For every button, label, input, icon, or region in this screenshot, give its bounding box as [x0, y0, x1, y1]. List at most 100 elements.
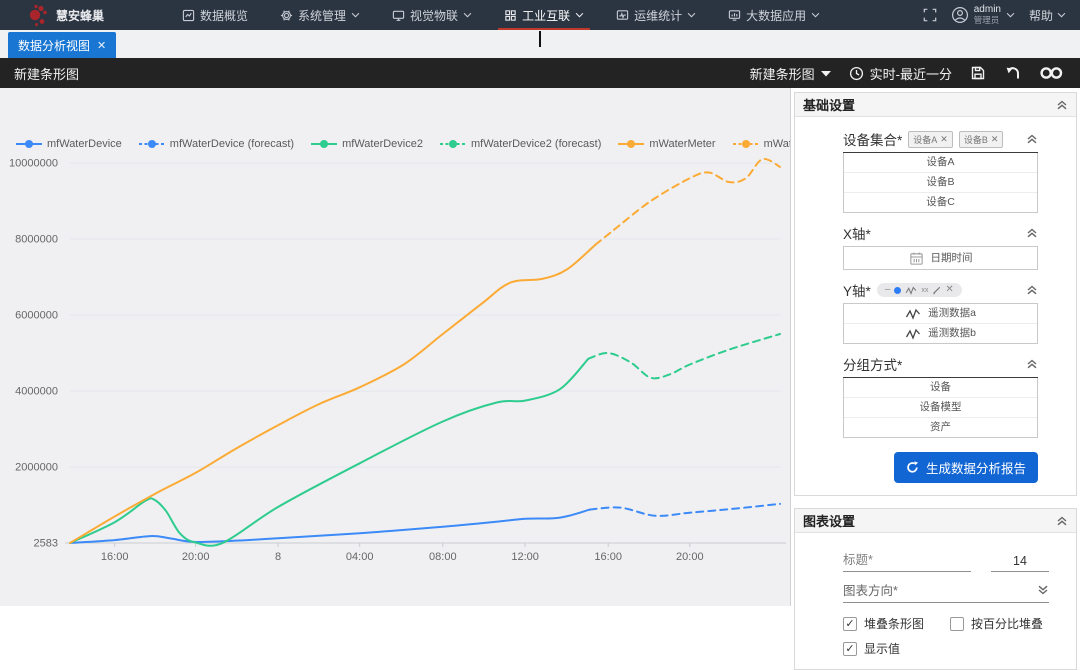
svg-text:16:00: 16:00: [594, 551, 622, 563]
chevron-down-icon: [575, 12, 584, 18]
chevron-down-icon: [1057, 12, 1066, 18]
group-by-field: 分组方式*: [843, 354, 1038, 378]
telemetry-option[interactable]: 遥测数据b: [844, 324, 1037, 343]
section-title: 图表设置: [803, 511, 855, 530]
chevron-down-icon: [821, 70, 831, 77]
collapse-up-icon[interactable]: [1026, 285, 1038, 295]
svg-text:16:00: 16:00: [101, 551, 129, 563]
stacked-bar-option[interactable]: 堆叠条形图: [843, 615, 924, 632]
percent-stack-option[interactable]: 按百分比堆叠: [950, 615, 1043, 632]
group-by-option[interactable]: 设备: [844, 378, 1037, 398]
nav-item-system-mgmt[interactable]: 系统管理: [264, 0, 376, 30]
nav-item-label: 数据概览: [200, 7, 248, 24]
settings-panel: 基础设置 设备集合* 设备A✕ 设备B✕ 设备A 设备B: [790, 88, 1080, 606]
collapse-up-icon[interactable]: [1056, 516, 1068, 526]
close-icon[interactable]: ✕: [945, 285, 953, 295]
x-axis-value-box: 日期时间: [843, 246, 1038, 270]
show-values-option[interactable]: 显示值: [843, 640, 900, 657]
y-axis-field: Y轴* – xx ✕: [843, 280, 1038, 303]
save-icon[interactable]: [970, 65, 986, 81]
calendar-icon: [909, 251, 924, 266]
legend-item[interactable]: mfWaterDevice (forecast): [139, 138, 294, 150]
group-by-option[interactable]: 设备模型: [844, 398, 1037, 418]
device-tag-a[interactable]: 设备A✕: [908, 131, 953, 148]
legend-item[interactable]: mfWaterDevice: [16, 138, 122, 150]
user-menu[interactable]: admin 管理员: [951, 5, 1015, 24]
y-axis-series-tag[interactable]: – xx ✕: [877, 283, 962, 297]
brand[interactable]: 慧安蜂巢: [28, 3, 104, 27]
refresh-icon: [906, 461, 919, 474]
page-title: 新建条形图: [14, 64, 79, 83]
nav-item-visual-iot[interactable]: 视觉物联: [376, 0, 488, 30]
text-caret: [539, 31, 541, 47]
svg-text:04:00: 04:00: [346, 551, 374, 563]
collapse-up-icon[interactable]: [1056, 100, 1068, 110]
time-range-selector[interactable]: 实时-最近一分: [849, 64, 952, 83]
close-icon[interactable]: ✕: [991, 134, 999, 145]
section-title: 基础设置: [803, 95, 855, 114]
collapse-down-icon[interactable]: [1037, 585, 1049, 595]
line-icon: [905, 328, 921, 340]
minus-icon: –: [885, 285, 891, 295]
chart-settings-header: 图表设置: [795, 509, 1076, 533]
legend-item[interactable]: mfWaterDevice2: [311, 138, 423, 150]
nav-item-bigdata[interactable]: 大数据应用: [712, 0, 836, 30]
checkbox[interactable]: [843, 617, 857, 631]
nav-item-data-overview[interactable]: 数据概览: [166, 0, 264, 30]
svg-text:6000000: 6000000: [15, 310, 58, 322]
tab-close-icon[interactable]: ✕: [97, 39, 106, 52]
nav-item-ops-stats[interactable]: 运维统计: [600, 0, 712, 30]
nav-item-label: 大数据应用: [746, 7, 806, 24]
svg-text:20:00: 20:00: [182, 551, 210, 563]
brand-name: 慧安蜂巢: [56, 7, 104, 24]
line-chart: 2583200000040000006000000800000010000000…: [0, 88, 790, 606]
checkbox[interactable]: [843, 642, 857, 656]
tab-bar: 数据分析视图 ✕: [0, 30, 1080, 59]
chart-type-dropdown[interactable]: 新建条形图: [750, 64, 831, 83]
view-toolbar: 新建条形图 新建条形图 实时-最近一分: [0, 58, 1080, 88]
nav-item-label: 工业互联: [522, 7, 570, 24]
app-window: 慧安蜂巢 数据概览 系统管理: [0, 0, 1080, 606]
help-menu[interactable]: 帮助: [1029, 7, 1066, 24]
svg-text:10000000: 10000000: [9, 158, 58, 170]
telemetry-option[interactable]: 遥测数据a: [844, 304, 1037, 324]
group-by-option[interactable]: 资产: [844, 418, 1037, 437]
generate-report-button[interactable]: 生成数据分析报告: [894, 452, 1038, 483]
device-option[interactable]: 设备A: [844, 153, 1037, 173]
device-set-field: 设备集合* 设备A✕ 设备B✕: [843, 129, 1038, 153]
help-label: 帮助: [1029, 7, 1053, 24]
bigdata-icon: [728, 9, 741, 22]
legend-label: mfWaterDevice2 (forecast): [471, 138, 601, 150]
top-nav: 慧安蜂巢 数据概览 系统管理: [0, 0, 1080, 30]
link-icon[interactable]: [1039, 66, 1064, 80]
nav-item-industrial-iot[interactable]: 工业互联: [488, 0, 600, 30]
device-tag-b[interactable]: 设备B✕: [959, 131, 1004, 148]
grid-icon: [504, 9, 517, 22]
device-option[interactable]: 设备C: [844, 193, 1037, 212]
title-input[interactable]: 标题*: [843, 549, 971, 572]
legend-item[interactable]: mfWaterDevice2 (forecast): [440, 138, 601, 150]
edit-icon[interactable]: [932, 286, 941, 295]
tab-data-analysis-view[interactable]: 数据分析视图 ✕: [8, 32, 116, 58]
basic-settings-section: 基础设置 设备集合* 设备A✕ 设备B✕ 设备A 设备B: [794, 92, 1077, 496]
checkbox[interactable]: [950, 617, 964, 631]
chart-direction-select[interactable]: 图表方向*: [843, 580, 1049, 603]
x-axis-value[interactable]: 日期时间: [844, 247, 1037, 269]
close-icon[interactable]: ✕: [940, 134, 948, 145]
svg-text:8000000: 8000000: [15, 234, 58, 246]
font-size-input[interactable]: 14: [991, 554, 1049, 572]
legend-label: mWaterMeter: [649, 138, 715, 150]
legend-item[interactable]: mWaterMeter: [618, 138, 715, 150]
line-icon: [905, 286, 917, 295]
blue-dot: [894, 287, 901, 294]
brand-logo-icon: [28, 3, 50, 27]
fullscreen-icon[interactable]: [923, 8, 937, 22]
device-option[interactable]: 设备B: [844, 173, 1037, 193]
report-button-row: 生成数据分析报告: [843, 452, 1038, 483]
chart-settings-body: 标题* 14 图表方向*: [795, 533, 1076, 669]
collapse-up-icon[interactable]: [1026, 228, 1038, 238]
undo-icon[interactable]: [1004, 65, 1021, 81]
device-options-list: 设备A 设备B 设备C: [843, 153, 1038, 213]
collapse-up-icon[interactable]: [1026, 359, 1038, 369]
collapse-up-icon[interactable]: [1026, 134, 1038, 144]
